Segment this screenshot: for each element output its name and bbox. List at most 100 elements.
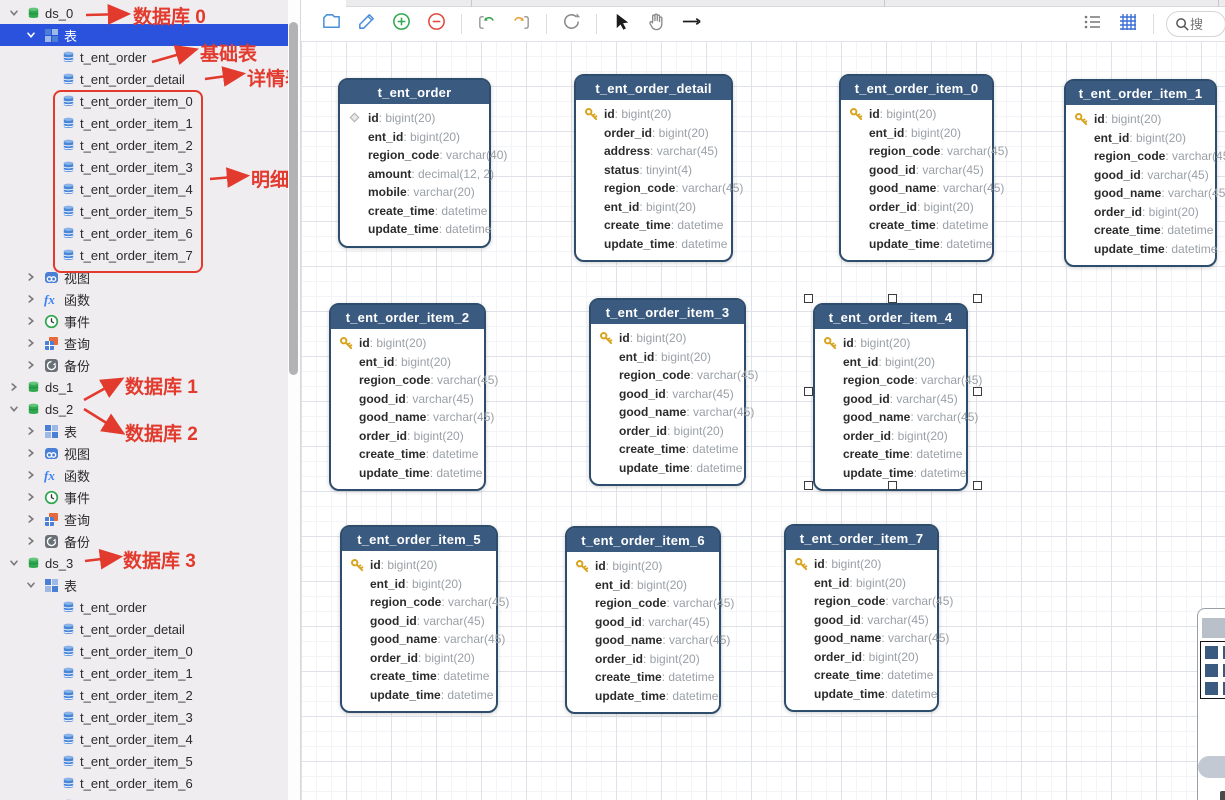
selection-handle[interactable] — [804, 387, 813, 396]
entity-field-update_time[interactable]: update_time: datetime — [575, 687, 713, 706]
chevron-right-icon[interactable] — [25, 535, 37, 547]
refresh-button[interactable] — [559, 12, 583, 36]
plus-button[interactable] — [389, 12, 413, 36]
entity-field-ent_id[interactable]: ent_id: bigint(20) — [823, 353, 960, 372]
entity-field-update_time[interactable]: update_time: datetime — [599, 459, 738, 478]
entity-field-region_code[interactable]: region_code: varchar(45) — [794, 592, 931, 611]
entity-t_ent_order_item_3[interactable]: t_ent_order_item_3id: bigint(20)ent_id: … — [589, 298, 746, 486]
entity-field-update_time[interactable]: update_time: datetime — [1074, 240, 1209, 259]
chevron-down-icon[interactable] — [8, 557, 20, 569]
entity-field-update_time[interactable]: update_time: datetime — [584, 235, 725, 254]
tree-item-事件[interactable]: 事件 — [0, 310, 288, 332]
entity-t_ent_order_detail[interactable]: t_ent_order_detailid: bigint(20)order_id… — [574, 74, 733, 262]
entity-field-good_id[interactable]: good_id: varchar(45) — [1074, 166, 1209, 185]
chevron-right-icon[interactable] — [25, 359, 37, 371]
chevron-down-icon[interactable] — [25, 579, 37, 591]
minus-button[interactable] — [424, 12, 448, 36]
entity-field-order_id[interactable]: order_id: bigint(20) — [350, 649, 490, 668]
tree-item-t_ent_order_item_1[interactable]: t_ent_order_item_1 — [0, 112, 288, 134]
entity-field-good_name[interactable]: good_name: varchar(45) — [794, 629, 931, 648]
entity-field-create_time[interactable]: create_time: datetime — [339, 445, 478, 464]
entity-field-order_id[interactable]: order_id: bigint(20) — [584, 124, 725, 143]
chevron-right-icon[interactable] — [25, 337, 37, 349]
redo-button[interactable] — [509, 12, 533, 36]
chevron-right-icon[interactable] — [25, 513, 37, 525]
entity-field-amount[interactable]: amount: decimal(12, 2) — [348, 165, 483, 184]
tree-item-t_ent_order_item_7[interactable]: t_ent_order_item_7 — [0, 244, 288, 266]
entity-field-ent_id[interactable]: ent_id: bigint(20) — [599, 348, 738, 367]
tree-item-事件[interactable]: 事件 — [0, 486, 288, 508]
entity-field-update_time[interactable]: update_time: datetime — [849, 235, 986, 254]
connector-button[interactable] — [679, 12, 703, 36]
tree-item-t_ent_order_item_6[interactable]: t_ent_order_item_6 — [0, 772, 288, 794]
tree-item-t_ent_order[interactable]: t_ent_order — [0, 46, 288, 68]
entity-field-order_id[interactable]: order_id: bigint(20) — [599, 422, 738, 441]
entity-field-status[interactable]: status: tinyint(4) — [584, 161, 725, 180]
selection-handle[interactable] — [973, 481, 982, 490]
entity-field-update_time[interactable]: update_time: datetime — [794, 685, 931, 704]
chevron-right-icon[interactable] — [25, 425, 37, 437]
entity-field-good_id[interactable]: good_id: varchar(45) — [823, 390, 960, 409]
entity-field-region_code[interactable]: region_code: varchar(45) — [350, 593, 490, 612]
entity-field-create_time[interactable]: create_time: datetime — [584, 216, 725, 235]
tree-item-t_ent_order_item_2[interactable]: t_ent_order_item_2 — [0, 134, 288, 156]
entity-field-update_time[interactable]: update_time: datetime — [823, 464, 960, 483]
entity-field-update_time[interactable]: update_time: datetime — [339, 464, 478, 483]
entity-field-region_code[interactable]: region_code: varchar(45) — [575, 594, 713, 613]
hand-button[interactable] — [644, 12, 668, 36]
entity-field-ent_id[interactable]: ent_id: bigint(20) — [575, 576, 713, 595]
tree-item-t_ent_order[interactable]: t_ent_order — [0, 596, 288, 618]
entity-field-ent_id[interactable]: ent_id: bigint(20) — [339, 353, 478, 372]
tree-item-查询[interactable]: 查询 — [0, 332, 288, 354]
entity-field-good_name[interactable]: good_name: varchar(45) — [350, 630, 490, 649]
tree-item-t_ent_order_item_0[interactable]: t_ent_order_item_0 — [0, 640, 288, 662]
tree-item-视图[interactable]: 视图 — [0, 442, 288, 464]
entity-field-id[interactable]: id: bigint(20) — [849, 105, 986, 124]
chevron-right-icon[interactable] — [25, 491, 37, 503]
entity-t_ent_order[interactable]: t_ent_orderid: bigint(20)ent_id: bigint(… — [338, 78, 491, 248]
tree-item-t_ent_order_item_5[interactable]: t_ent_order_item_5 — [0, 200, 288, 222]
entity-field-region_code[interactable]: region_code: varchar(40) — [348, 146, 483, 165]
tree-item-ds_2[interactable]: ds_2 — [0, 398, 288, 420]
tree-item-视图[interactable]: 视图 — [0, 266, 288, 288]
entity-field-good_name[interactable]: good_name: varchar(45) — [823, 408, 960, 427]
entity-field-create_time[interactable]: create_time: datetime — [794, 666, 931, 685]
tree-item-t_ent_order_item_1[interactable]: t_ent_order_item_1 — [0, 662, 288, 684]
grid-button[interactable] — [1116, 12, 1140, 36]
chevron-down-icon[interactable] — [25, 29, 37, 41]
entity-field-good_id[interactable]: good_id: varchar(45) — [575, 613, 713, 632]
tree-item-t_ent_order_item_3[interactable]: t_ent_order_item_3 — [0, 706, 288, 728]
entity-field-id[interactable]: id: bigint(20) — [350, 556, 490, 575]
tree-item-ds_0[interactable]: ds_0 — [0, 2, 288, 24]
entity-field-id[interactable]: id: bigint(20) — [348, 109, 483, 128]
entity-field-id[interactable]: id: bigint(20) — [794, 555, 931, 574]
tree-item-备份[interactable]: 备份 — [0, 530, 288, 552]
selection-handle[interactable] — [973, 294, 982, 303]
entity-field-id[interactable]: id: bigint(20) — [575, 557, 713, 576]
entity-field-create_time[interactable]: create_time: datetime — [849, 216, 986, 235]
entity-field-good_id[interactable]: good_id: varchar(45) — [350, 612, 490, 631]
tree-item-t_ent_order_item_4[interactable]: t_ent_order_item_4 — [0, 728, 288, 750]
tree-item-t_ent_order_item_6[interactable]: t_ent_order_item_6 — [0, 222, 288, 244]
entity-field-good_id[interactable]: good_id: varchar(45) — [339, 390, 478, 409]
selection-handle[interactable] — [804, 294, 813, 303]
chevron-right-icon[interactable] — [25, 271, 37, 283]
entity-field-order_id[interactable]: order_id: bigint(20) — [1074, 203, 1209, 222]
sidebar-scrollbar-thumb[interactable] — [289, 22, 298, 375]
tree-item-表[interactable]: 表 — [0, 574, 288, 596]
cursor-button[interactable] — [609, 12, 633, 36]
selection-handle[interactable] — [888, 481, 897, 490]
entity-field-region_code[interactable]: region_code: varchar(45) — [849, 142, 986, 161]
entity-field-region_code[interactable]: region_code: varchar(45) — [1074, 147, 1209, 166]
entity-t_ent_order_item_1[interactable]: t_ent_order_item_1id: bigint(20)ent_id: … — [1064, 79, 1217, 267]
entity-field-region_code[interactable]: region_code: varchar(45) — [339, 371, 478, 390]
entity-field-good_name[interactable]: good_name: varchar(45) — [599, 403, 738, 422]
tree-item-t_ent_order_item_5[interactable]: t_ent_order_item_5 — [0, 750, 288, 772]
entity-field-order_id[interactable]: order_id: bigint(20) — [339, 427, 478, 446]
entity-field-good_id[interactable]: good_id: varchar(45) — [794, 611, 931, 630]
entity-field-update_time[interactable]: update_time: datetime — [348, 220, 483, 239]
sidebar-scrollbar-track[interactable] — [288, 0, 300, 800]
chevron-right-icon[interactable] — [8, 381, 20, 393]
tree-item-备份[interactable]: 备份 — [0, 354, 288, 376]
entity-field-good_id[interactable]: good_id: varchar(45) — [849, 161, 986, 180]
